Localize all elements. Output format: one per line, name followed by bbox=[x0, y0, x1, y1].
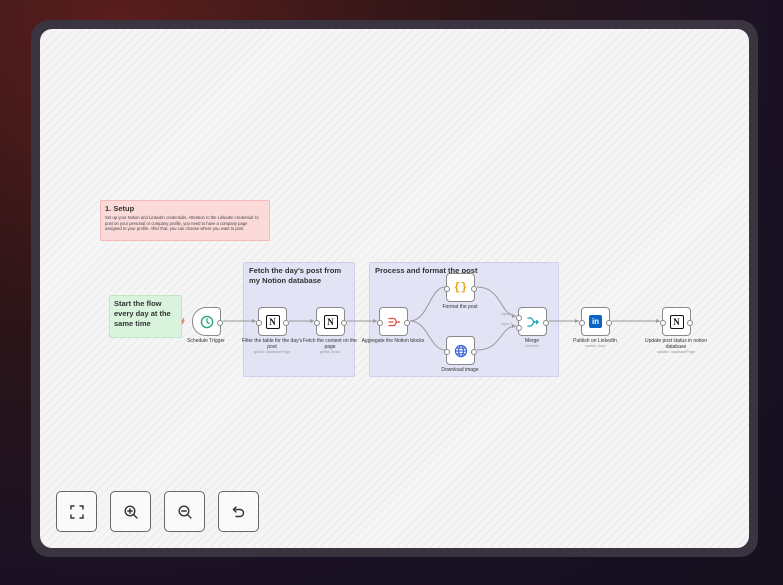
node-label-group: Publish on LinkedIn create: post bbox=[563, 338, 627, 349]
notion-icon: N bbox=[669, 314, 684, 329]
input-handle[interactable] bbox=[256, 320, 262, 326]
node-label-group: Filter the table for the day's post getA… bbox=[240, 338, 304, 355]
node-label: Schedule Trigger bbox=[187, 338, 225, 344]
notion-icon: N bbox=[323, 314, 338, 329]
input-handle[interactable] bbox=[314, 320, 320, 326]
zoom-out-icon bbox=[177, 504, 193, 520]
node-sublabel: combine bbox=[524, 344, 540, 348]
zoom-out-button[interactable] bbox=[164, 491, 205, 532]
code-icon: {} bbox=[453, 281, 468, 294]
node-label-group: Update post status in notion database up… bbox=[644, 338, 708, 355]
zoom-in-icon bbox=[123, 504, 139, 520]
node-label-group: Fetch the content on the page getAll: bl… bbox=[298, 338, 362, 355]
reset-zoom-icon bbox=[231, 504, 247, 520]
fit-view-button[interactable] bbox=[56, 491, 97, 532]
node-publish-linkedin[interactable]: in bbox=[579, 307, 612, 336]
output-handle[interactable] bbox=[687, 320, 693, 326]
output-handle[interactable] bbox=[543, 320, 549, 326]
node-sublabel: getAll: databasePage bbox=[253, 350, 291, 354]
output-handle[interactable] bbox=[341, 320, 347, 326]
workflow-canvas[interactable]: 1. Setup Set up your Notion and LinkedIn… bbox=[40, 29, 749, 548]
input-handle[interactable] bbox=[579, 320, 585, 326]
fullscreen-icon bbox=[69, 504, 85, 520]
node-filter-table[interactable]: N bbox=[256, 307, 289, 336]
input-handle[interactable] bbox=[660, 320, 666, 326]
output-handle[interactable] bbox=[471, 286, 477, 292]
node-aggregate[interactable] bbox=[377, 307, 410, 336]
input-handle[interactable] bbox=[444, 286, 450, 292]
node-sublabel: create: post bbox=[585, 344, 605, 348]
node-merge[interactable] bbox=[516, 307, 549, 336]
linkedin-icon: in bbox=[589, 315, 602, 328]
input-handle[interactable] bbox=[516, 325, 522, 331]
output-handle[interactable] bbox=[217, 320, 223, 326]
node-schedule-trigger[interactable] bbox=[192, 307, 223, 336]
input-handle[interactable] bbox=[516, 315, 522, 321]
node-sublabel: getAll: block bbox=[319, 350, 341, 354]
edge-aggregate-download bbox=[409, 320, 446, 351]
merge-icon bbox=[526, 315, 540, 329]
output-handle[interactable] bbox=[404, 320, 410, 326]
node-label: Update post status in notion database bbox=[645, 338, 707, 350]
globe-icon bbox=[454, 344, 468, 358]
node-download-image[interactable] bbox=[444, 336, 477, 365]
aggregate-icon bbox=[387, 315, 401, 329]
clock-icon bbox=[200, 315, 214, 329]
edge-label-input2: Input 2 bbox=[501, 322, 512, 326]
node-label: Filter the table for the day's post bbox=[241, 338, 303, 350]
reset-zoom-button[interactable] bbox=[218, 491, 259, 532]
node-label: Format the post bbox=[442, 304, 478, 310]
edge-label-input1: Input 1 bbox=[501, 312, 512, 316]
node-sublabel: update: databasePage bbox=[656, 350, 696, 354]
node-update-notion[interactable]: N bbox=[660, 307, 693, 336]
node-fetch-content[interactable]: N bbox=[314, 307, 347, 336]
node-label: Download image bbox=[441, 367, 479, 373]
trigger-bolt-icon bbox=[181, 317, 185, 325]
output-handle[interactable] bbox=[471, 349, 477, 355]
input-handle[interactable] bbox=[444, 349, 450, 355]
node-label: Fetch the content on the page bbox=[303, 338, 357, 350]
output-handle[interactable] bbox=[283, 320, 289, 326]
notion-icon: N bbox=[265, 314, 280, 329]
input-handle[interactable] bbox=[377, 320, 383, 326]
node-label: Aggregate the Notion blocks bbox=[361, 338, 425, 344]
output-handle[interactable] bbox=[606, 320, 612, 326]
zoom-in-button[interactable] bbox=[110, 491, 151, 532]
connections: Input 1 Input 2 bbox=[181, 286, 660, 351]
node-label-group: Merge combine bbox=[500, 338, 564, 349]
node-format-post[interactable]: {} bbox=[444, 273, 477, 302]
